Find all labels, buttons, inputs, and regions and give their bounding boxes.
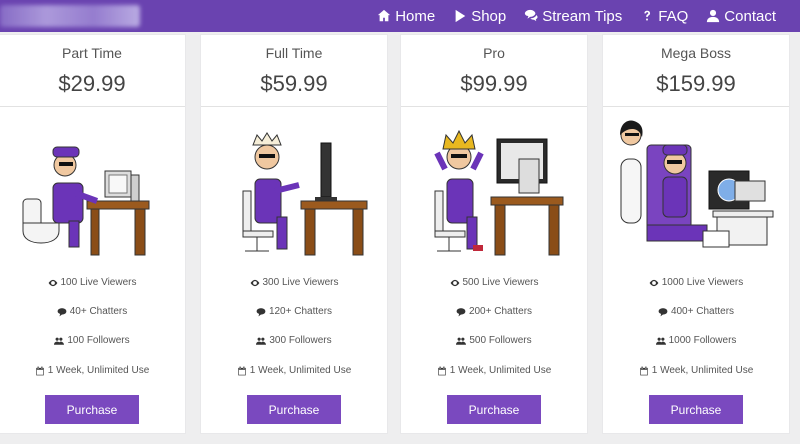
- feature-duration: 1 Week, Unlimited Use: [201, 365, 387, 376]
- feature-followers: 500 Followers: [401, 335, 587, 346]
- comment-icon: [456, 307, 466, 316]
- comment-icon: [658, 307, 668, 316]
- feature-duration-text: 1 Week, Unlimited Use: [651, 365, 754, 376]
- feature-live-viewers: 100 Live Viewers: [0, 277, 185, 288]
- calendar-icon: [437, 366, 446, 375]
- feature-live-viewers-text: 500 Live Viewers: [462, 277, 539, 288]
- plan-price: $29.99: [58, 71, 126, 96]
- users-icon: [655, 337, 666, 345]
- feature-live-viewers-text: 1000 Live Viewers: [661, 277, 744, 288]
- eye-icon: [250, 279, 259, 286]
- play-icon: [455, 9, 466, 23]
- plan-name: Pro: [483, 45, 505, 61]
- pricing-card-full-time: Full Time $59.99 300 Live Viewers 120+ C…: [200, 34, 388, 434]
- calendar-icon: [237, 366, 246, 375]
- feature-duration-text: 1 Week, Unlimited Use: [449, 365, 552, 376]
- pricing-card-mega-boss: Mega Boss $159.99 1000 Live Viewers 400+…: [602, 34, 790, 434]
- purchase-button[interactable]: Purchase: [649, 395, 743, 424]
- plan-price: $59.99: [260, 71, 328, 96]
- pricing-card-part-time: Part Time $29.99 100 Live Viewers 40+ Ch…: [0, 34, 186, 434]
- feature-duration-text: 1 Week, Unlimited Use: [249, 365, 352, 376]
- feature-followers-text: 500 Followers: [469, 335, 532, 346]
- feature-chatters-text: 200+ Chatters: [468, 306, 533, 317]
- nav-shop[interactable]: Shop: [453, 8, 506, 25]
- plan-name: Mega Boss: [660, 45, 732, 61]
- feature-live-viewers: 1000 Live Viewers: [603, 277, 789, 288]
- calendar-icon: [35, 366, 44, 375]
- feature-chatters: 40+ Chatters: [0, 306, 185, 317]
- comment-icon: [256, 307, 266, 316]
- feature-chatters-text: 40+ Chatters: [69, 306, 128, 317]
- main-nav: Home Shop Stream Tips FAQ Contact: [377, 0, 776, 32]
- streamer-crown-illustration: [434, 129, 564, 256]
- nav-faq-label: FAQ: [658, 7, 689, 25]
- nav-stream-tips[interactable]: Stream Tips: [524, 8, 622, 25]
- eye-icon: [48, 279, 57, 286]
- feature-followers-text: 100 Followers: [67, 335, 130, 346]
- users-icon: [54, 337, 65, 345]
- feature-chatters: 200+ Chatters: [401, 306, 587, 317]
- feature-duration: 1 Week, Unlimited Use: [401, 365, 587, 376]
- nav-contact[interactable]: Contact: [706, 8, 776, 25]
- feature-followers: 300 Followers: [201, 335, 387, 346]
- plan-price: $99.99: [460, 71, 528, 96]
- pricing-card-pro: Pro $99.99 500 Live Viewers 200+ Chatter…: [400, 34, 588, 434]
- streamer-chair-illustration: [242, 132, 368, 256]
- purchase-button[interactable]: Purchase: [247, 395, 341, 424]
- calendar-icon: [639, 366, 648, 375]
- nav-shop-label: Shop: [471, 7, 507, 25]
- feature-live-viewers-text: 300 Live Viewers: [262, 277, 339, 288]
- streamer-throne-illustration: [620, 120, 774, 248]
- home-icon: [378, 9, 391, 22]
- users-icon: [456, 337, 467, 345]
- feature-duration-text: 1 Week, Unlimited Use: [47, 365, 150, 376]
- divider: [401, 106, 587, 107]
- eye-icon: [649, 279, 659, 286]
- plan-name: Part Time: [62, 45, 122, 61]
- feature-live-viewers: 300 Live Viewers: [201, 277, 387, 288]
- comment-icon: [57, 307, 67, 316]
- feature-duration: 1 Week, Unlimited Use: [603, 365, 789, 376]
- user-icon: [707, 9, 720, 23]
- purchase-button[interactable]: Purchase: [447, 395, 541, 424]
- eye-icon: [450, 279, 459, 286]
- feature-followers: 100 Followers: [0, 335, 185, 346]
- feature-live-viewers: 500 Live Viewers: [401, 277, 587, 288]
- top-navigation-bar: Home Shop Stream Tips FAQ Contact: [0, 0, 800, 32]
- feature-chatters: 120+ Chatters: [201, 306, 387, 317]
- question-icon: [644, 10, 651, 21]
- feature-chatters-text: 120+ Chatters: [268, 306, 333, 317]
- plan-price: $159.99: [656, 71, 736, 96]
- divider: [0, 106, 185, 107]
- feature-chatters-text: 400+ Chatters: [670, 306, 735, 317]
- purchase-button[interactable]: Purchase: [45, 395, 139, 424]
- nav-home-label: Home: [395, 7, 436, 25]
- nav-stream-tips-label: Stream Tips: [542, 7, 623, 25]
- feature-followers-text: 300 Followers: [269, 335, 332, 346]
- feature-followers-text: 1000 Followers: [668, 335, 737, 346]
- streamer-toilet-illustration: [22, 146, 150, 256]
- nav-home[interactable]: Home: [377, 8, 435, 25]
- plan-name: Full Time: [265, 45, 323, 61]
- nav-faq[interactable]: FAQ: [640, 8, 688, 25]
- divider: [201, 106, 387, 107]
- feature-followers: 1000 Followers: [603, 335, 789, 346]
- divider: [603, 106, 789, 107]
- nav-contact-label: Contact: [724, 7, 776, 25]
- feature-live-viewers-text: 100 Live Viewers: [60, 277, 137, 288]
- chat-icon: [525, 9, 538, 22]
- users-icon: [256, 337, 267, 345]
- feature-chatters: 400+ Chatters: [603, 306, 789, 317]
- site-logo[interactable]: [0, 5, 140, 27]
- feature-duration: 1 Week, Unlimited Use: [0, 365, 185, 376]
